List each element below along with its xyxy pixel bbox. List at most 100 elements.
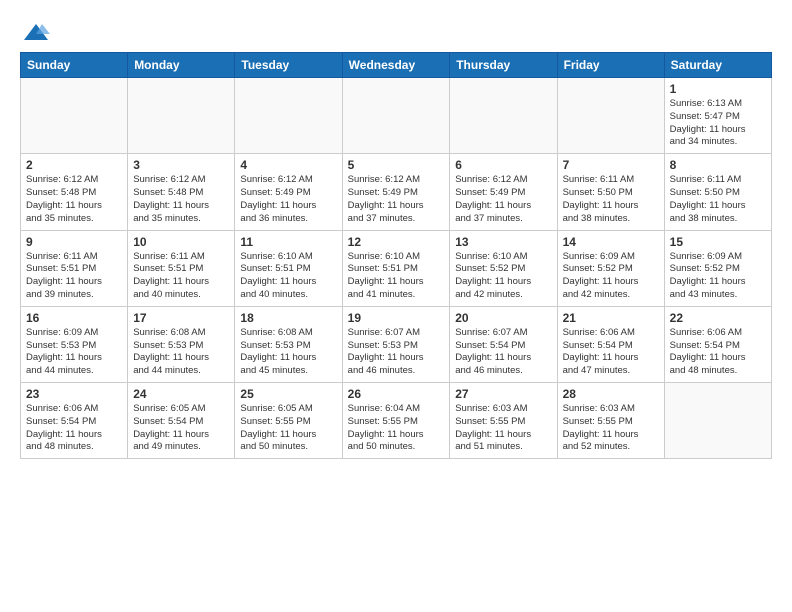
calendar-header-row: SundayMondayTuesdayWednesdayThursdayFrid… [21,53,772,78]
day-number: 2 [26,158,122,172]
calendar-cell [557,78,664,154]
day-number: 7 [563,158,659,172]
calendar-cell: 16 Sunrise: 6:09 AM Sunset: 5:53 PM Dayli… [21,306,128,382]
calendar-week-3: 9 Sunrise: 6:11 AM Sunset: 5:51 PM Daylig… [21,230,772,306]
day-info: Sunrise: 6:03 AM Sunset: 5:55 PM Dayligh… [563,403,659,454]
day-number: 17 [133,311,229,325]
logo-icon [22,20,50,48]
day-number: 10 [133,235,229,249]
calendar-cell: 5 Sunrise: 6:12 AM Sunset: 5:49 PM Daylig… [342,154,450,230]
day-number: 9 [26,235,122,249]
day-info: Sunrise: 6:03 AM Sunset: 5:55 PM Dayligh… [455,403,551,454]
calendar-cell: 8Sunrise: 6:11 AM Sunset: 5:50 PM Daylig… [664,154,771,230]
day-number: 4 [240,158,336,172]
day-info: Sunrise: 6:05 AM Sunset: 5:55 PM Dayligh… [240,403,336,454]
calendar-cell: 23 Sunrise: 6:06 AM Sunset: 5:54 PM Dayli… [21,383,128,459]
day-number: 6 [455,158,551,172]
calendar-cell: 15Sunrise: 6:09 AM Sunset: 5:52 PM Dayli… [664,230,771,306]
day-info: Sunrise: 6:06 AM Sunset: 5:54 PM Dayligh… [26,403,122,454]
day-info: Sunrise: 6:11 AM Sunset: 5:51 PM Dayligh… [26,251,122,302]
day-info: Sunrise: 6:05 AM Sunset: 5:54 PM Dayligh… [133,403,229,454]
day-info: Sunrise: 6:04 AM Sunset: 5:55 PM Dayligh… [348,403,445,454]
calendar-cell: 24Sunrise: 6:05 AM Sunset: 5:54 PM Dayli… [128,383,235,459]
day-number: 26 [348,387,445,401]
calendar-cell [21,78,128,154]
calendar-header-sunday: Sunday [21,53,128,78]
day-info: Sunrise: 6:09 AM Sunset: 5:52 PM Dayligh… [563,251,659,302]
day-number: 22 [670,311,766,325]
calendar-header-saturday: Saturday [664,53,771,78]
day-number: 16 [26,311,122,325]
day-info: Sunrise: 6:13 AM Sunset: 5:47 PM Dayligh… [670,98,766,149]
calendar-header-thursday: Thursday [450,53,557,78]
day-number: 12 [348,235,445,249]
day-info: Sunrise: 6:12 AM Sunset: 5:48 PM Dayligh… [133,174,229,225]
calendar-cell: 20 Sunrise: 6:07 AM Sunset: 5:54 PM Dayli… [450,306,557,382]
calendar-cell: 22 Sunrise: 6:06 AM Sunset: 5:54 PM Dayli… [664,306,771,382]
day-info: Sunrise: 6:08 AM Sunset: 5:53 PM Dayligh… [133,327,229,378]
calendar-cell [235,78,342,154]
calendar-cell: 2 Sunrise: 6:12 AM Sunset: 5:48 PM Daylig… [21,154,128,230]
day-number: 5 [348,158,445,172]
calendar-cell [664,383,771,459]
calendar-cell: 26 Sunrise: 6:04 AM Sunset: 5:55 PM Dayli… [342,383,450,459]
calendar-cell: 6 Sunrise: 6:12 AM Sunset: 5:49 PM Daylig… [450,154,557,230]
header [20,20,772,42]
day-info: Sunrise: 6:12 AM Sunset: 5:48 PM Dayligh… [26,174,122,225]
calendar-cell: 21 Sunrise: 6:06 AM Sunset: 5:54 PM Dayli… [557,306,664,382]
day-info: Sunrise: 6:12 AM Sunset: 5:49 PM Dayligh… [348,174,445,225]
calendar-cell: 7 Sunrise: 6:11 AM Sunset: 5:50 PM Daylig… [557,154,664,230]
calendar-cell: 11 Sunrise: 6:10 AM Sunset: 5:51 PM Dayli… [235,230,342,306]
day-info: Sunrise: 6:06 AM Sunset: 5:54 PM Dayligh… [563,327,659,378]
day-number: 11 [240,235,336,249]
calendar-cell: 13 Sunrise: 6:10 AM Sunset: 5:52 PM Dayli… [450,230,557,306]
day-number: 18 [240,311,336,325]
day-info: Sunrise: 6:07 AM Sunset: 5:53 PM Dayligh… [348,327,445,378]
day-info: Sunrise: 6:08 AM Sunset: 5:53 PM Dayligh… [240,327,336,378]
day-number: 20 [455,311,551,325]
calendar-header-wednesday: Wednesday [342,53,450,78]
day-number: 19 [348,311,445,325]
day-info: Sunrise: 6:12 AM Sunset: 5:49 PM Dayligh… [240,174,336,225]
day-number: 1 [670,82,766,96]
calendar-cell: 3 Sunrise: 6:12 AM Sunset: 5:48 PM Daylig… [128,154,235,230]
calendar-week-5: 23 Sunrise: 6:06 AM Sunset: 5:54 PM Dayli… [21,383,772,459]
calendar-cell [342,78,450,154]
calendar-cell: 14 Sunrise: 6:09 AM Sunset: 5:52 PM Dayli… [557,230,664,306]
calendar-cell: 25Sunrise: 6:05 AM Sunset: 5:55 PM Dayli… [235,383,342,459]
calendar-cell: 12 Sunrise: 6:10 AM Sunset: 5:51 PM Dayli… [342,230,450,306]
day-number: 15 [670,235,766,249]
calendar-cell [128,78,235,154]
day-number: 28 [563,387,659,401]
day-info: Sunrise: 6:12 AM Sunset: 5:49 PM Dayligh… [455,174,551,225]
day-info: Sunrise: 6:06 AM Sunset: 5:54 PM Dayligh… [670,327,766,378]
calendar-week-2: 2 Sunrise: 6:12 AM Sunset: 5:48 PM Daylig… [21,154,772,230]
calendar-cell: 1 Sunrise: 6:13 AM Sunset: 5:47 PM Daylig… [664,78,771,154]
day-number: 3 [133,158,229,172]
calendar-week-4: 16 Sunrise: 6:09 AM Sunset: 5:53 PM Dayli… [21,306,772,382]
day-info: Sunrise: 6:10 AM Sunset: 5:51 PM Dayligh… [240,251,336,302]
day-number: 27 [455,387,551,401]
calendar-header-tuesday: Tuesday [235,53,342,78]
calendar-header-monday: Monday [128,53,235,78]
calendar-header-friday: Friday [557,53,664,78]
calendar-cell: 18 Sunrise: 6:08 AM Sunset: 5:53 PM Dayli… [235,306,342,382]
day-info: Sunrise: 6:10 AM Sunset: 5:51 PM Dayligh… [348,251,445,302]
day-info: Sunrise: 6:11 AM Sunset: 5:50 PM Dayligh… [563,174,659,225]
day-info: Sunrise: 6:09 AM Sunset: 5:53 PM Dayligh… [26,327,122,378]
day-info: Sunrise: 6:07 AM Sunset: 5:54 PM Dayligh… [455,327,551,378]
logo [20,20,50,42]
calendar-cell: 9 Sunrise: 6:11 AM Sunset: 5:51 PM Daylig… [21,230,128,306]
calendar-cell: 27 Sunrise: 6:03 AM Sunset: 5:55 PM Dayli… [450,383,557,459]
day-number: 14 [563,235,659,249]
calendar-cell: 17 Sunrise: 6:08 AM Sunset: 5:53 PM Dayli… [128,306,235,382]
calendar-cell: 10Sunrise: 6:11 AM Sunset: 5:51 PM Dayli… [128,230,235,306]
day-number: 23 [26,387,122,401]
calendar: SundayMondayTuesdayWednesdayThursdayFrid… [20,52,772,459]
day-number: 13 [455,235,551,249]
calendar-cell: 28 Sunrise: 6:03 AM Sunset: 5:55 PM Dayli… [557,383,664,459]
day-info: Sunrise: 6:10 AM Sunset: 5:52 PM Dayligh… [455,251,551,302]
day-number: 21 [563,311,659,325]
day-info: Sunrise: 6:11 AM Sunset: 5:50 PM Dayligh… [670,174,766,225]
calendar-cell: 4 Sunrise: 6:12 AM Sunset: 5:49 PM Daylig… [235,154,342,230]
